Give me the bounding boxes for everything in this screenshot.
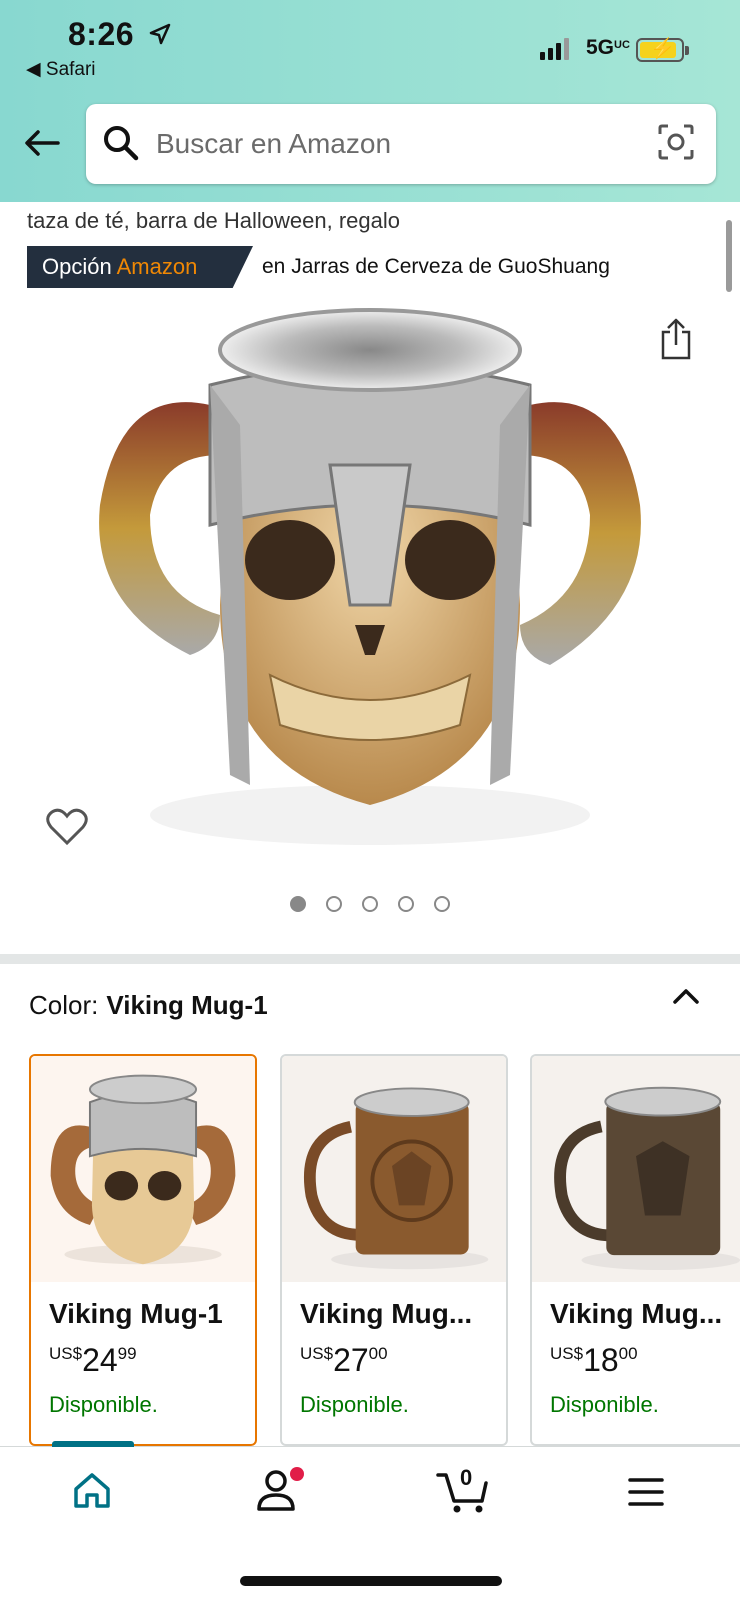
swatch-availability: Disponible. (300, 1392, 409, 1417)
image-carousel-indicator[interactable] (290, 896, 450, 912)
carousel-dot[interactable] (434, 896, 450, 912)
swatch-price: US$2499 (49, 1342, 137, 1378)
battery-icon: ⚡ (636, 38, 689, 62)
wishlist-heart-icon[interactable] (46, 808, 88, 846)
back-to-safari-link[interactable]: ◀ Safari (26, 58, 96, 81)
search-icon (104, 126, 139, 161)
swatch-availability: Disponible. (550, 1392, 659, 1417)
cart-count: 0 (460, 1465, 473, 1490)
product-title: taza de té, barra de Halloween, regalo (27, 208, 401, 233)
carousel-dot[interactable] (290, 896, 306, 912)
home-indicator[interactable] (240, 1576, 502, 1586)
carousel-dot[interactable] (362, 896, 378, 912)
notification-dot (290, 1467, 304, 1481)
active-tab-indicator (52, 1441, 134, 1447)
swatch-thumbnail (282, 1056, 506, 1282)
search-bar[interactable]: Buscar en Amazon (86, 104, 716, 184)
swatch-thumbnail (532, 1056, 740, 1282)
chevron-up-icon[interactable] (672, 986, 700, 1006)
variation-label: Color: Viking Mug-1 (29, 990, 268, 1020)
network-indicator: 5GUC (586, 36, 630, 59)
home-icon[interactable] (72, 1471, 112, 1509)
color-swatch[interactable]: Viking Mug... US$2700 Disponible. (280, 1054, 508, 1446)
search-input[interactable]: Buscar en Amazon (156, 128, 391, 160)
swatch-availability: Disponible. (49, 1392, 158, 1417)
swatch-name: Viking Mug... (550, 1298, 723, 1329)
carousel-dot[interactable] (398, 896, 414, 912)
swatch-price: US$1800 (550, 1342, 638, 1378)
product-image[interactable] (80, 305, 660, 855)
color-swatch[interactable]: Viking Mug-1 US$2499 Disponible. (29, 1054, 257, 1446)
status-time: 8:26 (68, 16, 135, 52)
location-arrow-icon (149, 23, 171, 45)
swatch-thumbnail (31, 1056, 255, 1282)
account-tab[interactable] (256, 1467, 304, 1516)
amazon-choice-category[interactable]: en Jarras de Cerveza de GuoShuang (262, 255, 610, 279)
cellular-signal-icon (540, 38, 569, 60)
swatch-name: Viking Mug-1 (49, 1298, 223, 1329)
color-swatch[interactable]: Viking Mug... US$1800 Disponible. (530, 1054, 740, 1446)
cart-tab[interactable]: 0 (436, 1465, 490, 1520)
swatch-name: Viking Mug... (300, 1298, 473, 1329)
section-divider (0, 954, 740, 964)
menu-icon[interactable] (628, 1477, 664, 1507)
camera-search-icon[interactable] (658, 124, 694, 160)
amazon-choice-badge[interactable]: Opción Amazon (27, 246, 253, 288)
swatch-price: US$2700 (300, 1342, 388, 1378)
share-icon[interactable] (660, 318, 692, 360)
back-arrow-icon[interactable] (22, 128, 62, 158)
carousel-dot[interactable] (326, 896, 342, 912)
app-header: 8:26 ◀ Safari 5GUC ⚡ Buscar en Amazon (0, 0, 740, 202)
scrollbar[interactable] (726, 220, 732, 292)
